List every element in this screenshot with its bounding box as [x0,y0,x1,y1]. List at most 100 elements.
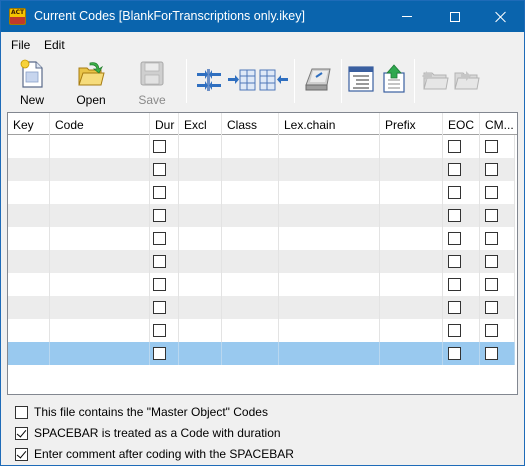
move-right-button[interactable] [226,57,256,107]
dur-checkbox[interactable] [153,140,166,153]
cm-checkbox[interactable] [485,255,498,268]
cell-dur[interactable] [150,227,179,250]
cell-prefix[interactable] [380,204,443,227]
column-header-eoc[interactable]: EOC [443,113,480,135]
cell-code[interactable] [50,158,150,181]
cell-lex[interactable] [279,319,380,342]
cell-cm[interactable] [480,319,515,342]
cell-eoc[interactable] [443,158,480,181]
cell-class[interactable] [222,342,279,365]
column-header-key[interactable]: Key [8,113,50,135]
cell-eoc[interactable] [443,319,480,342]
eoc-checkbox[interactable] [448,209,461,222]
cell-class[interactable] [222,273,279,296]
cell-eoc[interactable] [443,273,480,296]
cell-eoc[interactable] [443,296,480,319]
cell-class[interactable] [222,250,279,273]
cell-key[interactable] [8,273,50,296]
eoc-checkbox[interactable] [448,255,461,268]
cell-cm[interactable] [480,181,515,204]
eoc-checkbox[interactable] [448,324,461,337]
cell-excl[interactable] [179,227,222,250]
menu-file[interactable]: File [11,38,30,52]
dur-checkbox[interactable] [153,255,166,268]
cm-checkbox[interactable] [485,278,498,291]
new-button[interactable]: New [9,57,55,107]
cell-class[interactable] [222,181,279,204]
cm-checkbox[interactable] [485,163,498,176]
cell-excl[interactable] [179,250,222,273]
cell-lex[interactable] [279,250,380,273]
column-header-lexchain[interactable]: Lex.chain [279,113,380,135]
cm-checkbox[interactable] [485,209,498,222]
menu-edit[interactable]: Edit [44,38,65,52]
cell-dur[interactable] [150,158,179,181]
eoc-checkbox[interactable] [448,163,461,176]
cell-cm[interactable] [480,296,515,319]
cell-prefix[interactable] [380,273,443,296]
cell-excl[interactable] [179,342,222,365]
open-button[interactable]: Open [68,57,114,107]
spacebar-duration-checkbox[interactable] [15,427,28,440]
column-header-prefix[interactable]: Prefix [380,113,443,135]
cell-code[interactable] [50,273,150,296]
title-bar[interactable]: ACT Current Codes [BlankForTranscription… [1,1,524,32]
table-row[interactable] [8,227,515,250]
eoc-checkbox[interactable] [448,232,461,245]
column-header-excl[interactable]: Excl [179,113,222,135]
cell-cm[interactable] [480,342,515,365]
cell-class[interactable] [222,296,279,319]
cell-code[interactable] [50,342,150,365]
folder-back-button[interactable] [419,57,449,107]
export-button[interactable] [378,57,410,107]
dur-checkbox[interactable] [153,232,166,245]
column-header-cm[interactable]: CM... [480,113,517,135]
cell-excl[interactable] [179,296,222,319]
cell-cm[interactable] [480,158,515,181]
cell-key[interactable] [8,250,50,273]
move-left-button[interactable] [258,57,288,107]
eoc-checkbox[interactable] [448,140,461,153]
cell-eoc[interactable] [443,204,480,227]
cell-class[interactable] [222,158,279,181]
cell-key[interactable] [8,342,50,365]
column-header-code[interactable]: Code [50,113,150,135]
cell-code[interactable] [50,135,150,158]
cell-code[interactable] [50,296,150,319]
cell-lex[interactable] [279,135,380,158]
cell-lex[interactable] [279,342,380,365]
cell-dur[interactable] [150,342,179,365]
master-object-checkbox[interactable] [15,406,28,419]
cell-key[interactable] [8,204,50,227]
dur-checkbox[interactable] [153,324,166,337]
dur-checkbox[interactable] [153,278,166,291]
eoc-checkbox[interactable] [448,347,461,360]
cm-checkbox[interactable] [485,232,498,245]
cell-lex[interactable] [279,296,380,319]
cell-eoc[interactable] [443,227,480,250]
cell-excl[interactable] [179,319,222,342]
table-row[interactable] [8,319,515,342]
cell-eoc[interactable] [443,181,480,204]
cell-dur[interactable] [150,204,179,227]
cell-class[interactable] [222,319,279,342]
cell-code[interactable] [50,181,150,204]
cell-cm[interactable] [480,204,515,227]
cell-prefix[interactable] [380,296,443,319]
table-row[interactable] [8,342,515,365]
cell-lex[interactable] [279,204,380,227]
table-row[interactable] [8,204,515,227]
codes-grid[interactable]: Key Code Dur Excl Class Lex.chain Prefix… [7,112,518,395]
cell-dur[interactable] [150,135,179,158]
minimize-button[interactable] [384,1,430,32]
cell-key[interactable] [8,227,50,250]
table-row[interactable] [8,250,515,273]
cell-key[interactable] [8,181,50,204]
cell-class[interactable] [222,135,279,158]
cell-prefix[interactable] [380,342,443,365]
cell-key[interactable] [8,319,50,342]
close-button[interactable] [478,1,524,32]
cell-cm[interactable] [480,250,515,273]
cell-prefix[interactable] [380,250,443,273]
table-row[interactable] [8,296,515,319]
